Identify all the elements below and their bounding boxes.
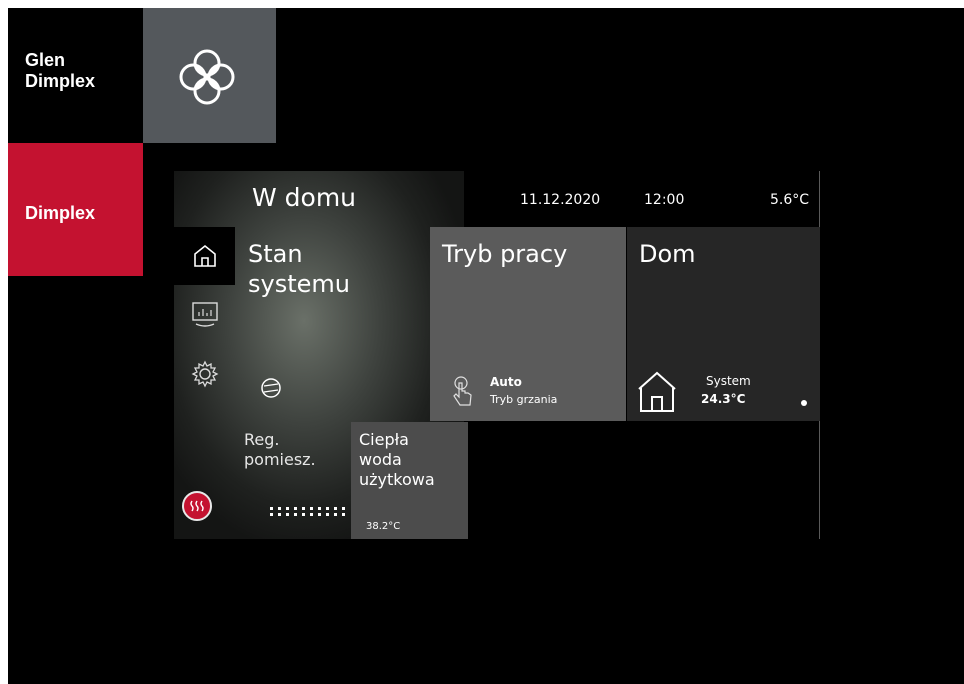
celtic-knot-icon — [179, 49, 235, 105]
tile-hot-water-title: Ciepła woda użytkowa — [359, 430, 435, 489]
home-icon — [193, 244, 216, 267]
tile-house-temp: 24.3°C — [701, 392, 746, 406]
statistics-icon — [191, 302, 218, 327]
brand-dimplex-label: Dimplex — [25, 203, 96, 223]
tile-operating-mode-value: Auto — [490, 375, 522, 389]
nav-home[interactable] — [174, 227, 235, 285]
tile-house[interactable]: Dom System 24.3°C — [627, 227, 820, 421]
time-display: 12:00 — [644, 192, 685, 208]
touch-hand-icon — [453, 376, 472, 406]
side-nav — [174, 227, 235, 407]
glen-dimplex-brand: Glen Dimplex — [8, 8, 143, 143]
tile-house-label: System — [706, 374, 751, 388]
top-bar: W domu 11.12.2020 12:00 5.6°C — [174, 171, 820, 227]
heating-badge[interactable] — [182, 491, 212, 521]
tile-house-title: Dom — [639, 240, 696, 268]
tile-room-control[interactable]: Reg. pomiesz. — [236, 422, 350, 539]
controller-screen: W domu 11.12.2020 12:00 5.6°C Stan syste… — [174, 171, 820, 539]
tile-system-status-title: Stan systemu — [248, 240, 350, 298]
outdoor-temp-display: 5.6°C — [770, 192, 810, 208]
tile-hot-water[interactable]: Ciepła woda użytkowa 38.2°C — [351, 422, 468, 539]
tile-hot-water-temp: 38.2°C — [366, 521, 401, 532]
dimplex-brand: Dimplex — [8, 143, 143, 276]
tile-operating-mode-title: Tryb pracy — [442, 240, 568, 268]
nav-statistics[interactable] — [174, 285, 235, 343]
house-icon — [638, 371, 676, 412]
nav-settings[interactable] — [174, 345, 235, 403]
tile-system-status[interactable]: Stan systemu — [236, 227, 429, 421]
brand-logo-tile — [143, 8, 276, 143]
app-frame: Glen Dimplex Dimplex W domu 11.12.2020 1… — [8, 8, 964, 684]
date-display: 11.12.2020 — [520, 192, 601, 208]
tile-room-control-title: Reg. pomiesz. — [244, 430, 316, 469]
dotted-indicator-icon — [270, 507, 345, 516]
compressor-icon — [261, 378, 281, 398]
page-indicator-dot — [801, 400, 807, 406]
tile-operating-mode[interactable]: Tryb pracy Auto Tryb grzania — [430, 227, 626, 421]
tile-operating-mode-submode: Tryb grzania — [490, 393, 558, 406]
heating-icon — [190, 500, 204, 512]
page-title: W domu — [252, 183, 357, 212]
gear-icon — [191, 360, 218, 388]
brand-glen-line1: Glen — [25, 50, 66, 70]
brand-glen-line2: Dimplex — [25, 71, 96, 91]
